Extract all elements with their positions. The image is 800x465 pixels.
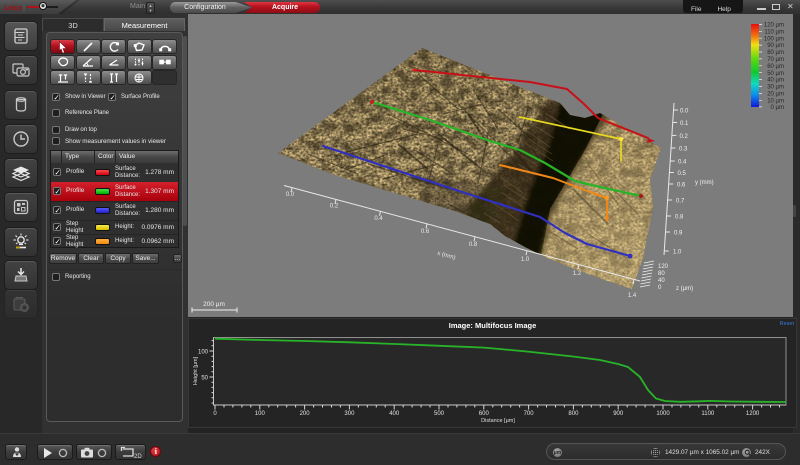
svg-text:50: 50 — [201, 376, 208, 382]
svg-text:80 µm: 80 µm — [767, 50, 784, 56]
svg-text:0.5: 0.5 — [678, 171, 687, 177]
svg-text:600: 600 — [479, 411, 490, 417]
svg-text:0.4: 0.4 — [678, 160, 687, 166]
svg-text:50 µm: 50 µm — [767, 71, 784, 77]
svg-text:80: 80 — [658, 271, 665, 277]
svg-text:1.0: 1.0 — [521, 257, 530, 263]
svg-text:400: 400 — [389, 411, 400, 417]
svg-text:200: 200 — [300, 411, 311, 417]
svg-text:y (mm): y (mm) — [695, 180, 714, 186]
svg-text:0.0: 0.0 — [286, 192, 295, 198]
svg-text:0.2: 0.2 — [330, 204, 339, 210]
svg-text:1.0: 1.0 — [673, 250, 682, 256]
svg-text:x (mm): x (mm) — [436, 251, 456, 262]
svg-text:0.4: 0.4 — [374, 216, 383, 222]
svg-text:1000: 1000 — [656, 411, 670, 417]
svg-text:1.4: 1.4 — [628, 293, 637, 299]
svg-text:0.9: 0.9 — [674, 231, 683, 237]
svg-text:70 µm: 70 µm — [767, 57, 784, 63]
svg-text:90 µm: 90 µm — [767, 43, 784, 49]
svg-text:z (µm): z (µm) — [676, 286, 693, 292]
svg-text:1100: 1100 — [701, 411, 715, 417]
svg-text:900: 900 — [613, 411, 624, 417]
svg-text:0.7: 0.7 — [676, 199, 685, 205]
svg-text:0 µm: 0 µm — [771, 105, 784, 111]
svg-text:300: 300 — [344, 411, 355, 417]
svg-text:Distance [µm]: Distance [µm] — [481, 418, 515, 424]
svg-text:2D: 2D — [134, 454, 142, 459]
svg-text:20 µm: 20 µm — [767, 92, 784, 98]
svg-text:0: 0 — [658, 285, 662, 291]
svg-text:120: 120 — [658, 264, 669, 270]
svg-text:700: 700 — [524, 411, 535, 417]
svg-text:1200: 1200 — [746, 411, 760, 417]
svg-text:0.8: 0.8 — [675, 215, 684, 221]
svg-text:0.6: 0.6 — [421, 229, 430, 235]
svg-text:0.1: 0.1 — [680, 121, 689, 127]
svg-text:0.2: 0.2 — [680, 134, 689, 140]
svg-text:120 µm: 120 µm — [764, 23, 784, 29]
svg-text:0: 0 — [213, 411, 217, 417]
svg-text:0.8: 0.8 — [469, 242, 478, 248]
svg-text:Reset: Reset — [780, 321, 795, 327]
svg-text:800: 800 — [568, 411, 579, 417]
svg-text:100 µm: 100 µm — [764, 36, 784, 42]
svg-text:10 µm: 10 µm — [767, 98, 784, 104]
svg-text:200 µm: 200 µm — [203, 301, 225, 308]
svg-text:100: 100 — [255, 411, 266, 417]
svg-text:30 µm: 30 µm — [767, 85, 784, 91]
svg-text:500: 500 — [434, 411, 445, 417]
svg-text:40 µm: 40 µm — [767, 78, 784, 84]
svg-text:0.0: 0.0 — [680, 109, 689, 115]
svg-text:60 µm: 60 µm — [767, 64, 784, 70]
svg-text:Height [µm]: Height [µm] — [193, 356, 199, 385]
svg-text:100: 100 — [198, 350, 209, 356]
svg-text:110 µm: 110 µm — [764, 29, 784, 35]
svg-text:0.6: 0.6 — [677, 183, 686, 189]
svg-text:0.3: 0.3 — [679, 147, 688, 153]
svg-text:1.2: 1.2 — [573, 271, 582, 277]
svg-text:40: 40 — [658, 278, 665, 284]
